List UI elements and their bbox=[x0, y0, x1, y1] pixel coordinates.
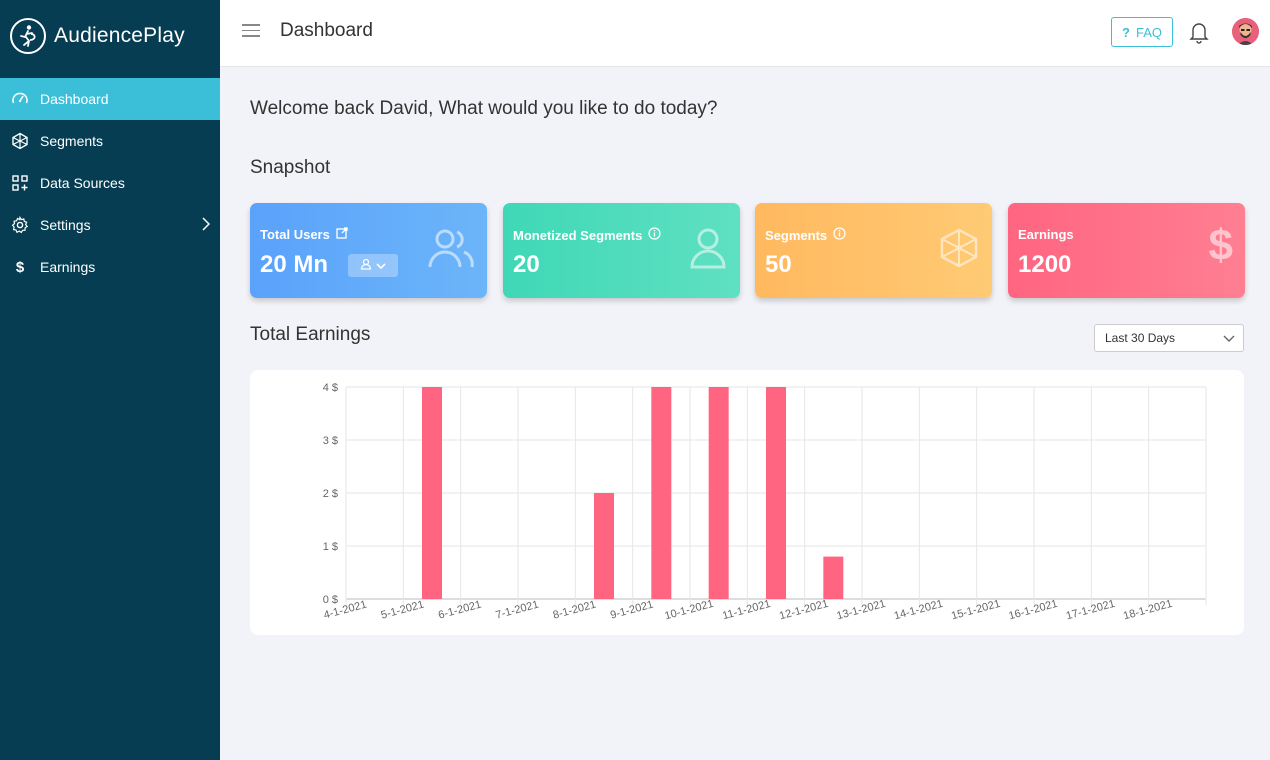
segments-card[interactable]: Segments 50 bbox=[755, 203, 992, 298]
chevron-right-icon bbox=[202, 217, 211, 234]
sidebar-item-label: Segments bbox=[40, 133, 104, 149]
card-value: 1200 bbox=[1018, 251, 1072, 278]
card-label: Total Users bbox=[260, 227, 348, 242]
chevron-down-icon bbox=[1223, 333, 1235, 347]
audienceplay-logo-icon bbox=[10, 18, 46, 54]
sidebar: AudiencePlay Dashboard Segments Data Sou… bbox=[0, 0, 220, 760]
bar bbox=[594, 493, 614, 599]
faq-label: FAQ bbox=[1135, 24, 1162, 40]
welcome-message: Welcome back David, What would you like … bbox=[250, 98, 718, 119]
x-tick-label: 16-1-2021 bbox=[1007, 598, 1059, 623]
x-tick-label: 18-1-2021 bbox=[1122, 598, 1174, 623]
bell-icon[interactable] bbox=[1189, 20, 1209, 44]
sidebar-item-earnings[interactable]: $ Earnings bbox=[0, 246, 220, 288]
sidebar-item-label: Data Sources bbox=[40, 175, 125, 191]
chevron-down-icon bbox=[376, 257, 386, 275]
sidebar-nav: Dashboard Segments Data Sources Settings… bbox=[0, 78, 220, 288]
cube-network-icon bbox=[938, 227, 980, 274]
user-type-dropdown[interactable] bbox=[348, 254, 398, 277]
cube-network-icon bbox=[10, 131, 30, 151]
total-users-card[interactable]: Total Users 20 Mn bbox=[250, 203, 487, 298]
earnings-chart: 0 $1 $2 $3 $4 $4-1-2021 5-1-2021 6-1-2021 7… bbox=[250, 370, 1244, 635]
x-tick-label: 8-1-2021 bbox=[552, 599, 598, 622]
card-label: Segments bbox=[765, 227, 846, 243]
y-tick-label: 4 $ bbox=[323, 382, 338, 394]
x-tick-label: 12-1-2021 bbox=[778, 598, 830, 623]
user-icon bbox=[360, 257, 372, 275]
x-tick-label: 15-1-2021 bbox=[950, 598, 1002, 623]
card-value: 20 Mn bbox=[260, 251, 329, 278]
y-tick-label: 3 $ bbox=[323, 435, 338, 447]
card-label-text: Monetized Segments bbox=[513, 227, 643, 243]
faq-button[interactable]: ? FAQ bbox=[1111, 17, 1173, 47]
info-icon[interactable] bbox=[833, 227, 846, 243]
card-value: 50 bbox=[765, 251, 792, 278]
card-value: 20 bbox=[513, 251, 540, 278]
card-label: Earnings bbox=[1018, 227, 1074, 242]
earnings-bar-chart: 0 $1 $2 $3 $4 $4-1-2021 5-1-2021 6-1-2021 7… bbox=[322, 382, 1207, 623]
x-tick-label: 5-1-2021 bbox=[380, 599, 426, 622]
sidebar-item-label: Dashboard bbox=[40, 91, 109, 107]
x-tick-label: 10-1-2021 bbox=[663, 598, 715, 623]
brand[interactable]: AudiencePlay bbox=[0, 0, 220, 72]
monetized-segments-card[interactable]: Monetized Segments 20 bbox=[503, 203, 740, 298]
info-icon[interactable] bbox=[648, 227, 661, 243]
x-tick-label: 11-1-2021 bbox=[721, 598, 772, 622]
sidebar-item-dashboard[interactable]: Dashboard bbox=[0, 78, 220, 120]
topbar: Dashboard ? FAQ bbox=[220, 0, 1270, 67]
user-icon bbox=[688, 227, 728, 276]
period-select-value: Last 30 Days bbox=[1105, 331, 1176, 345]
card-label-text: Earnings bbox=[1018, 227, 1074, 242]
period-select[interactable]: Last 30 Days bbox=[1094, 324, 1244, 352]
bar bbox=[422, 387, 442, 599]
x-tick-label: 14-1-2021 bbox=[893, 598, 945, 623]
y-tick-label: 0 $ bbox=[323, 594, 338, 606]
x-tick-label: 6-1-2021 bbox=[437, 599, 483, 622]
sidebar-item-label: Earnings bbox=[40, 259, 96, 275]
bar bbox=[651, 387, 672, 599]
bar bbox=[766, 387, 786, 599]
sidebar-item-data-sources[interactable]: Data Sources bbox=[0, 162, 220, 204]
bar bbox=[708, 387, 729, 599]
card-label-text: Segments bbox=[765, 227, 828, 243]
snapshot-title: Snapshot bbox=[250, 157, 331, 178]
y-tick-label: 1 $ bbox=[323, 541, 338, 553]
bar bbox=[823, 556, 844, 599]
card-label-text: Total Users bbox=[260, 227, 330, 242]
y-tick-label: 2 $ bbox=[323, 488, 338, 500]
page-title: Dashboard bbox=[280, 20, 373, 41]
card-label: Monetized Segments bbox=[513, 227, 661, 243]
x-tick-label: 9-1-2021 bbox=[609, 599, 655, 622]
brand-name: AudiencePlay bbox=[54, 24, 185, 47]
total-earnings-title: Total Earnings bbox=[250, 324, 371, 345]
users-icon bbox=[427, 227, 475, 276]
x-tick-label: 17-1-2021 bbox=[1065, 598, 1117, 623]
external-link-icon[interactable] bbox=[336, 227, 348, 242]
dollar-icon: $ bbox=[1208, 221, 1233, 270]
x-tick-label: 7-1-2021 bbox=[494, 599, 540, 622]
sidebar-item-segments[interactable]: Segments bbox=[0, 120, 220, 162]
dollar-icon: $ bbox=[15, 258, 25, 276]
question-icon: ? bbox=[1122, 24, 1130, 40]
grid-plus-icon bbox=[10, 173, 30, 193]
gear-icon bbox=[10, 215, 30, 235]
sidebar-item-label: Settings bbox=[40, 217, 91, 233]
earnings-card[interactable]: Earnings 1200 $ bbox=[1008, 203, 1245, 298]
hamburger-menu-icon[interactable] bbox=[242, 24, 260, 40]
sidebar-item-settings[interactable]: Settings bbox=[0, 204, 220, 246]
x-tick-label: 13-1-2021 bbox=[835, 598, 887, 623]
speedometer-icon bbox=[10, 89, 30, 109]
avatar[interactable] bbox=[1232, 18, 1259, 45]
